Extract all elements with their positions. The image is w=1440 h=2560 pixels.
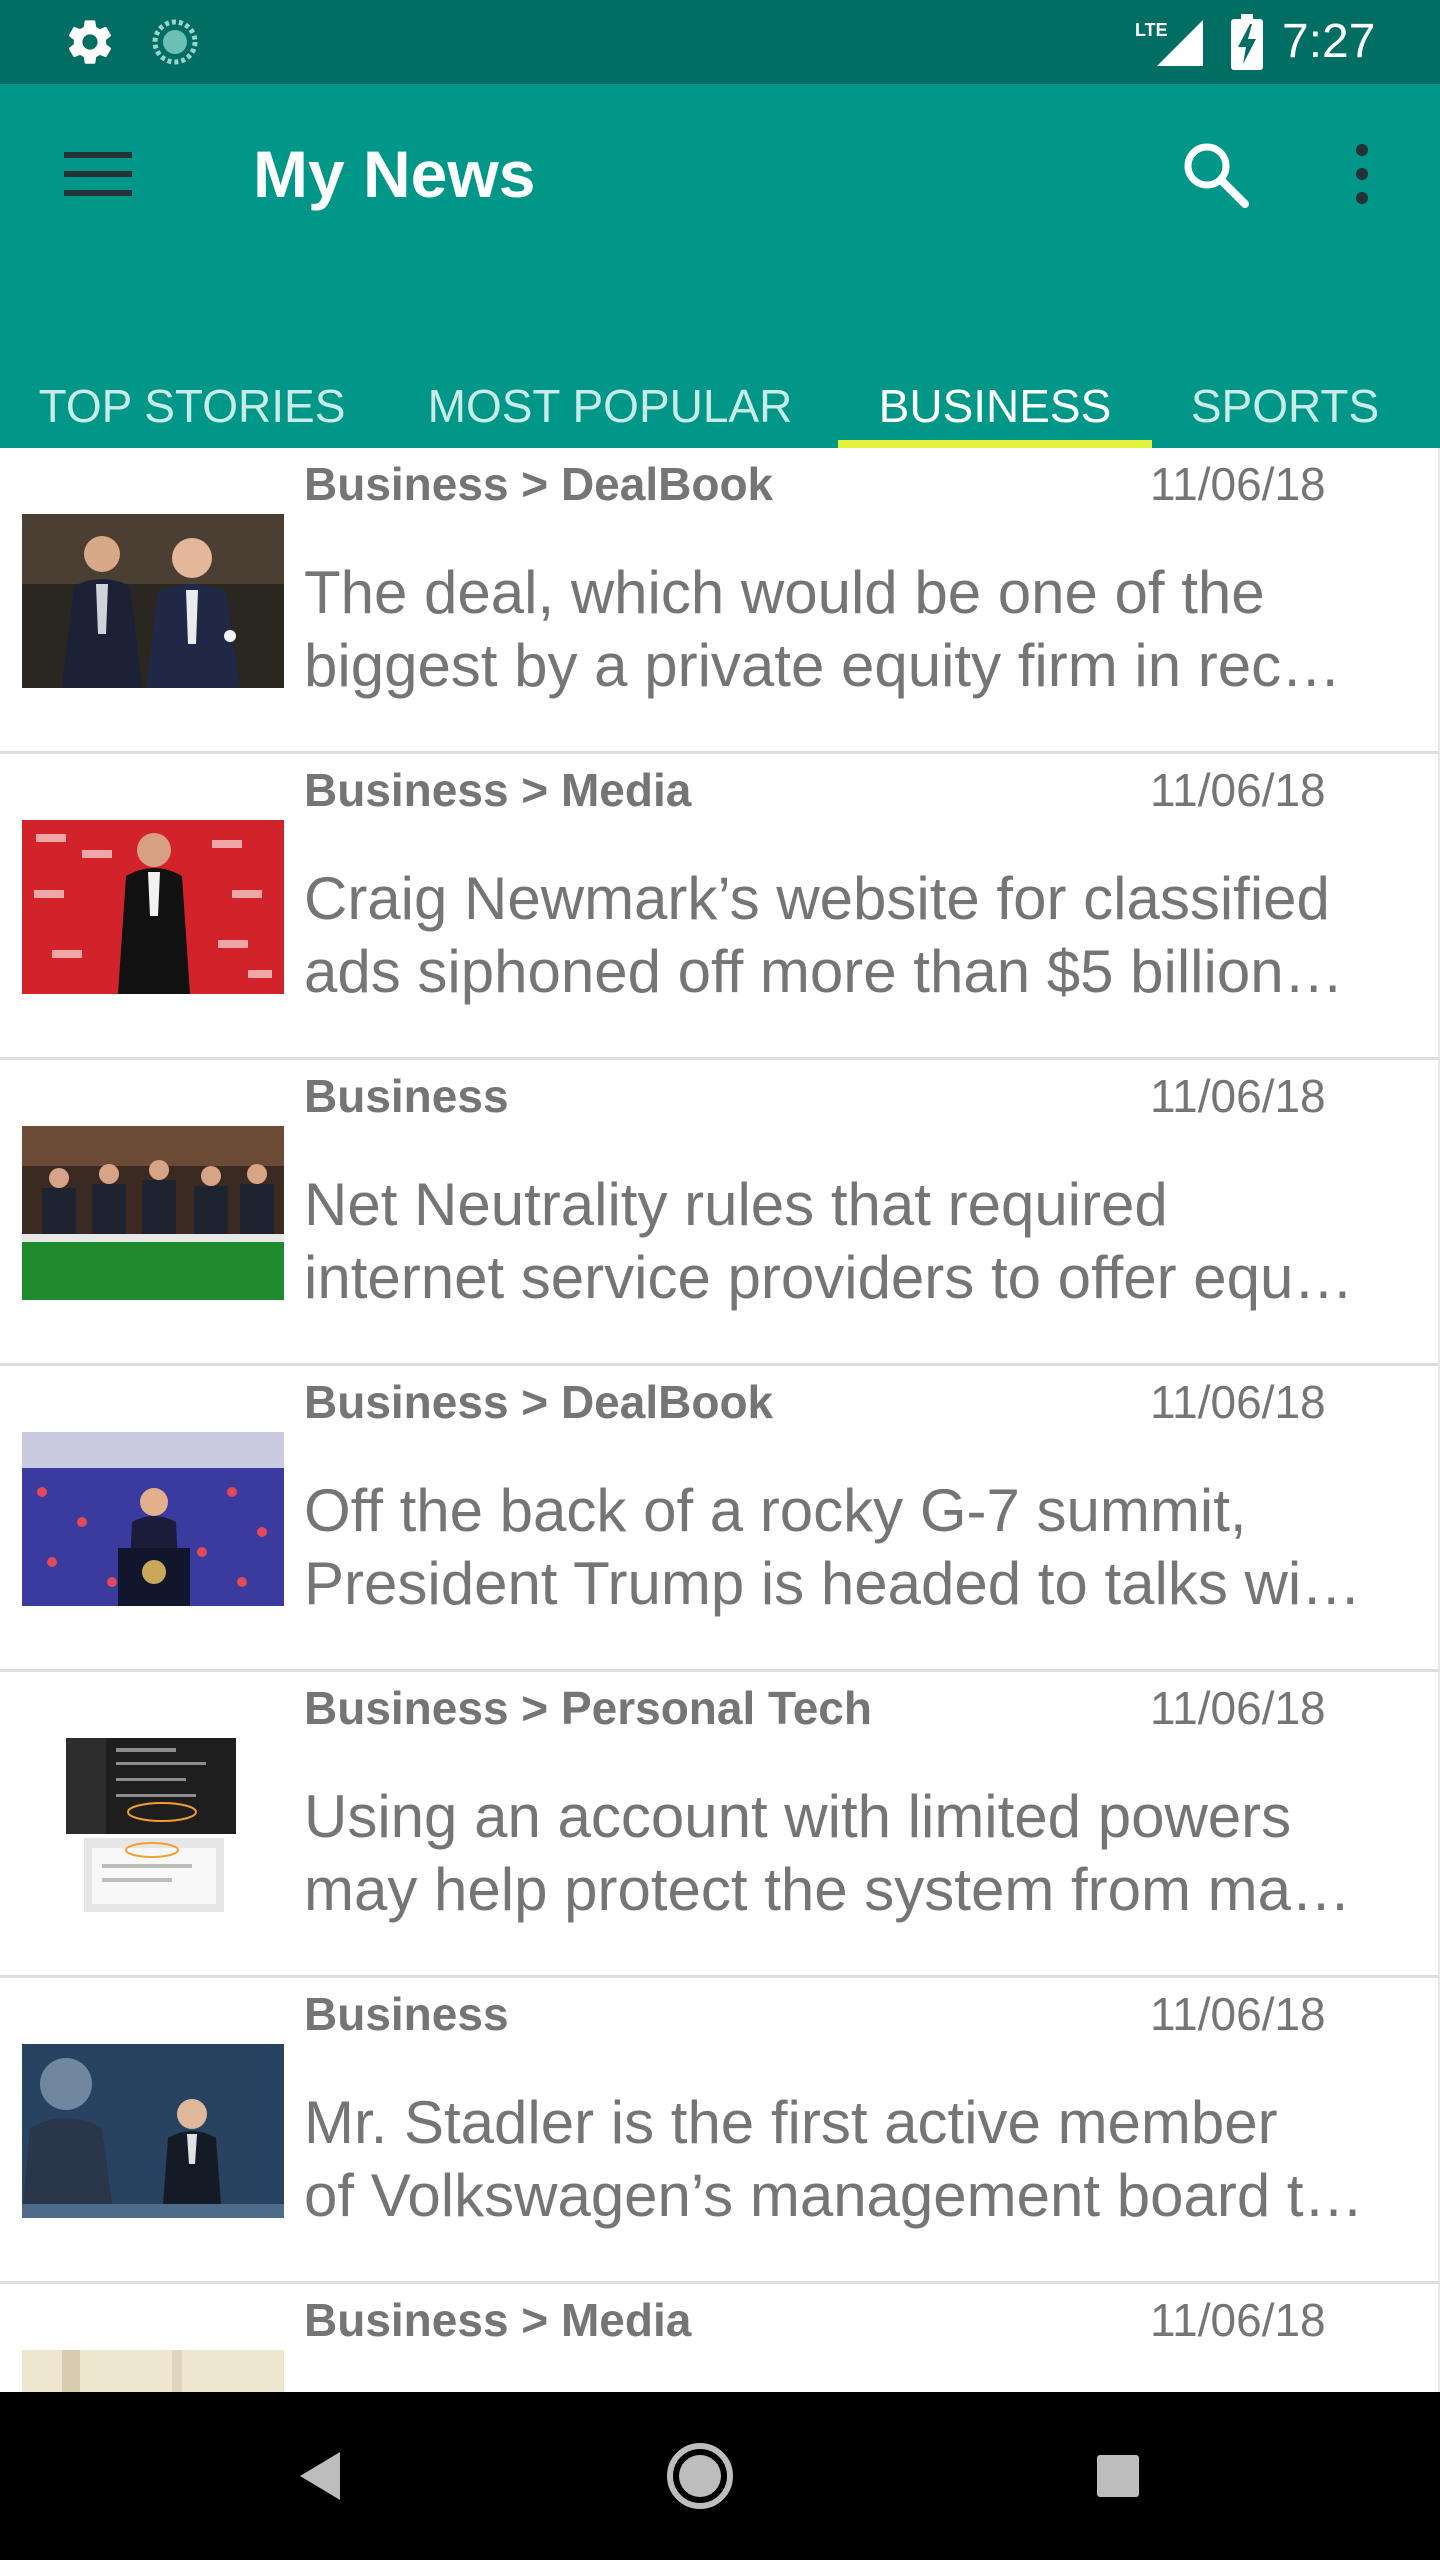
battery-charging-icon (1222, 0, 1272, 84)
abstract-line: Mr. Stadler is the first active member (304, 2089, 1278, 2156)
abstract-line: of Volkswagen’s management board t… (304, 2162, 1364, 2229)
article-date: 11/06/18 (1150, 1070, 1326, 1122)
article-date: 11/06/18 (1150, 1376, 1326, 1428)
list-item[interactable]: Business > Media 11/06/18 (0, 2284, 1440, 2392)
tab-sports[interactable]: SPORTS (1165, 364, 1405, 448)
abstract-line: Net Neutrality rules that required (304, 1171, 1168, 1238)
back-icon[interactable] (270, 2426, 370, 2526)
hamburger-menu-icon[interactable] (48, 124, 148, 224)
list-item[interactable]: Business > DealBook 11/06/18 The deal, w… (0, 448, 1440, 754)
article-abstract: The deal, which would be one of the bigg… (304, 556, 1409, 702)
clock: 7:27 (1282, 15, 1376, 68)
home-icon[interactable] (650, 2426, 750, 2526)
article-section: Business > DealBook (304, 458, 774, 510)
navigation-bar (0, 2392, 1440, 2560)
article-section: Business > Media (304, 764, 692, 816)
article-abstract: Mr. Stadler is the first active member o… (304, 2086, 1409, 2232)
article-abstract: Using an account with limited powers may… (304, 1780, 1409, 1926)
article-date: 11/06/18 (1150, 1682, 1326, 1734)
list-item[interactable]: Business 11/06/18 Mr. Stadler is the fir… (0, 1978, 1440, 2284)
tab-top-stories[interactable]: TOP STORIES (22, 364, 362, 448)
abstract-line: Craig Newmark’s website for classified (304, 865, 1330, 932)
lte-signal-icon: LTE (1130, 0, 1205, 84)
article-date: 11/06/18 (1150, 2294, 1326, 2346)
speaker-on-stage-photo (22, 2044, 284, 2218)
abstract-line: The deal, which would be one of the (304, 559, 1265, 626)
abstract-line: ads siphoned off more than $5 billion… (304, 938, 1344, 1005)
abstract-line: Using an account with limited powers (304, 1783, 1292, 1850)
sync-ring-icon (145, 0, 205, 84)
list-item[interactable]: Business > DealBook 11/06/18 Off the bac… (0, 1366, 1440, 1672)
tab-business[interactable]: BUSINESS (838, 364, 1152, 448)
settings-screenshots-photo (22, 1738, 284, 1912)
search-icon[interactable] (1165, 124, 1265, 224)
svg-text:LTE: LTE (1135, 20, 1168, 40)
partial-photo (22, 2350, 284, 2392)
article-abstract: Off the back of a rocky G-7 summit, Pres… (304, 1474, 1409, 1620)
article-date: 11/06/18 (1150, 764, 1326, 816)
man-at-red-carpet-photo (22, 820, 284, 994)
article-abstract: Craig Newmark’s website for classified a… (304, 862, 1409, 1008)
article-section: Business > DealBook (304, 1376, 774, 1428)
abstract-line: internet service providers to offer equ… (304, 1244, 1354, 1311)
list-item[interactable]: Business > Personal Tech 11/06/18 Using … (0, 1672, 1440, 1978)
article-abstract: Net Neutrality rules that required inter… (304, 1168, 1409, 1314)
article-section: Business (304, 1070, 509, 1122)
active-tab-indicator (838, 440, 1152, 448)
abstract-line: President Trump is headed to talks wi… (304, 1550, 1362, 1617)
hearing-panel-photo (22, 1126, 284, 1300)
article-list[interactable]: Business > DealBook 11/06/18 The deal, w… (0, 448, 1440, 2392)
recent-apps-icon[interactable] (1068, 2426, 1168, 2526)
app-title: My News (253, 137, 536, 211)
article-section: Business (304, 1988, 509, 2040)
two-men-in-suits-photo (22, 514, 284, 688)
status-bar: LTE 7:27 (0, 0, 1440, 84)
abstract-line: may help protect the system from ma… (304, 1856, 1352, 1923)
gear-icon (60, 0, 120, 84)
more-vert-icon[interactable] (1312, 124, 1412, 224)
list-item[interactable]: Business 11/06/18 Net Neutrality rules t… (0, 1060, 1440, 1366)
article-date: 11/06/18 (1150, 458, 1326, 510)
article-section: Business > Personal Tech (304, 1682, 872, 1734)
tab-most-popular[interactable]: MOST POPULAR (410, 364, 810, 448)
article-date: 11/06/18 (1150, 1988, 1326, 2040)
article-section: Business > Media (304, 2294, 692, 2346)
summit-podium-photo (22, 1432, 284, 1606)
app-bar: My News TOP STORIES MOST POPULAR BUSINES… (0, 84, 1440, 448)
abstract-line: Off the back of a rocky G-7 summit, (304, 1477, 1247, 1544)
abstract-line: biggest by a private equity firm in rec… (304, 632, 1342, 699)
list-item[interactable]: Business > Media 11/06/18 Craig Newmark’… (0, 754, 1440, 1060)
